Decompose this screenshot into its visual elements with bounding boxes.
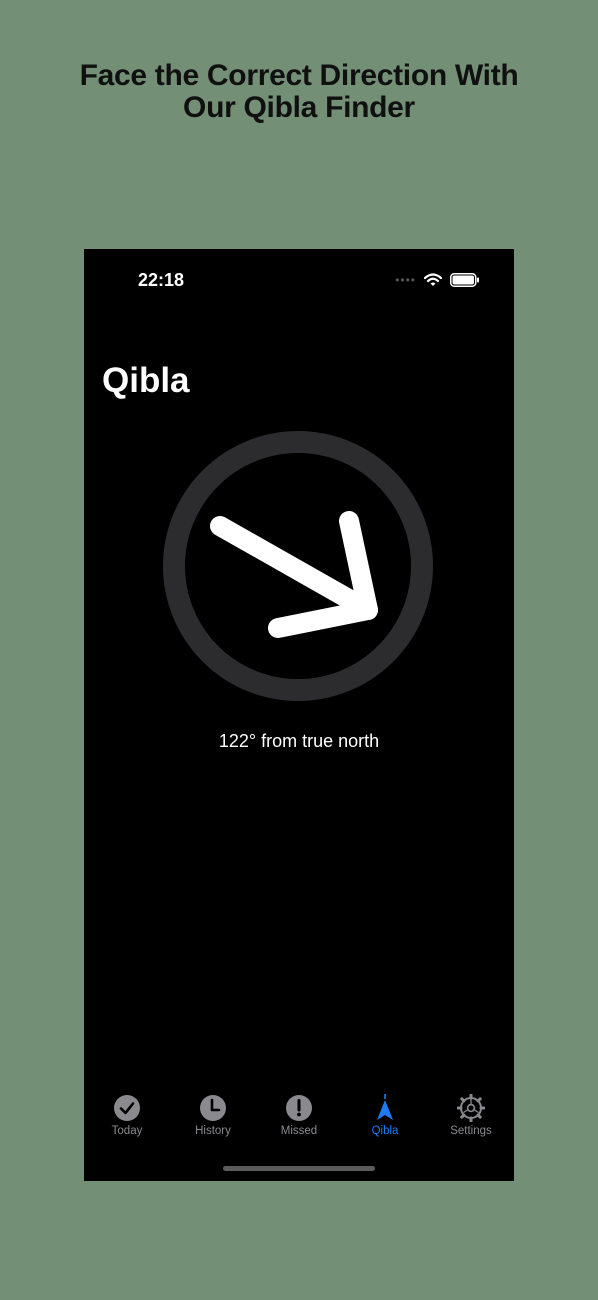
headline-line-2: Our Qibla Finder bbox=[183, 91, 415, 124]
tab-history[interactable]: History bbox=[173, 1094, 253, 1154]
marketing-headline: Face the Correct Direction With Our Qibl… bbox=[0, 60, 598, 124]
status-time: 22:18 bbox=[138, 270, 185, 290]
checkmark-circle-icon bbox=[114, 1095, 140, 1121]
qibla-compass bbox=[163, 431, 433, 701]
bearing-text: 122° from true north bbox=[218, 731, 380, 751]
tab-label: Today bbox=[111, 1125, 143, 1137]
headline-line-1: Face the Correct Direction With bbox=[79, 59, 519, 92]
tab-label: Settings bbox=[450, 1125, 492, 1137]
clock-icon bbox=[200, 1095, 226, 1121]
tab-label: Qibla bbox=[371, 1125, 399, 1137]
tab-qibla[interactable]: Qibla bbox=[345, 1094, 425, 1154]
gear-icon bbox=[457, 1094, 485, 1122]
signal-dots-icon: •••• bbox=[395, 273, 416, 287]
compass-arrow-icon bbox=[377, 1094, 393, 1120]
tab-settings[interactable]: Settings bbox=[431, 1094, 511, 1154]
tab-label: History bbox=[195, 1125, 231, 1137]
tab-bar: Today History Missed Qibla Settings bbox=[84, 1094, 514, 1154]
tab-missed[interactable]: Missed bbox=[259, 1094, 339, 1154]
page-title: Qibla bbox=[102, 361, 190, 400]
wifi-icon bbox=[424, 273, 442, 286]
home-indicator bbox=[223, 1166, 375, 1171]
battery-icon bbox=[450, 273, 479, 287]
tab-label: Missed bbox=[280, 1125, 318, 1137]
direction-arrow-icon bbox=[210, 511, 378, 638]
status-icons: •••• bbox=[395, 271, 480, 289]
exclamation-circle-icon bbox=[286, 1095, 312, 1121]
phone-screen: 22:18 •••• Qibla 122° from true north To… bbox=[84, 249, 514, 1181]
tab-today[interactable]: Today bbox=[87, 1094, 167, 1154]
